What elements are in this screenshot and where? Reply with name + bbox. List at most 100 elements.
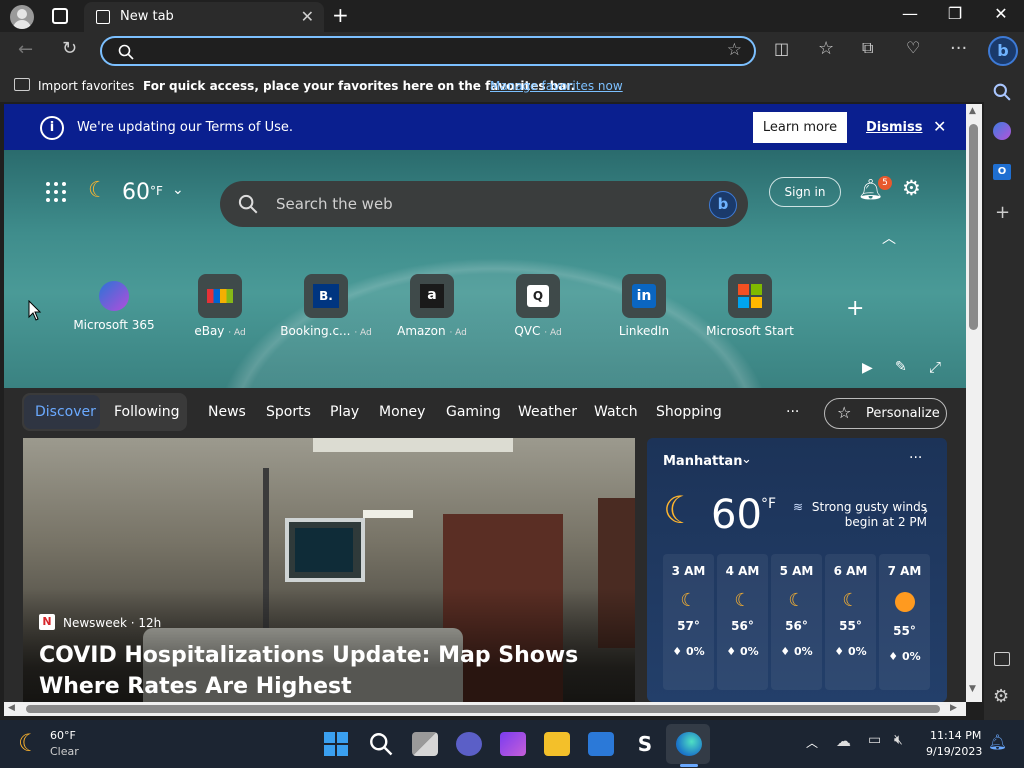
tab-watch[interactable]: Watch [594,404,638,420]
profile-avatar[interactable] [10,5,34,29]
more-menu-icon[interactable]: ··· [950,38,967,59]
more-tabs-icon[interactable]: ··· [786,404,799,420]
minimize-icon[interactable]: — [890,4,930,23]
address-bar[interactable]: ☆ [100,36,756,66]
banner-close-icon[interactable]: ✕ [933,117,946,136]
scroll-up-icon[interactable]: ▲ [969,106,976,116]
clipchamp-icon[interactable] [500,732,526,756]
learn-more-button[interactable]: Learn more [753,112,847,143]
refresh-icon[interactable]: ↻ [62,38,77,59]
manage-favorites-link[interactable]: Manage favorites now [490,79,623,93]
web-search-box[interactable]: Search the web b [220,181,748,227]
quick-link-booking[interactable]: B. Booking.c... · Ad [276,274,376,338]
favorites-icon[interactable]: ☆ [818,38,834,59]
tab-actions-icon[interactable] [52,8,68,24]
alert-chevron-right-icon[interactable]: › [923,504,928,519]
file-explorer-icon[interactable] [544,732,570,756]
address-input[interactable] [146,42,706,62]
vertical-scroll-thumb[interactable] [969,124,978,330]
quick-link-microsoft-365[interactable]: Microsoft 365 [64,274,164,332]
show-hidden-icons[interactable]: ︿ [806,734,818,751]
sidebar-settings-icon[interactable]: ⚙ [993,686,1009,707]
quick-link-qvc[interactable]: Q QVC · Ad [488,274,588,338]
weather-card-more-icon[interactable]: ··· [909,450,922,466]
taskbar-search-icon[interactable] [368,732,394,756]
page-settings-gear-icon[interactable]: ⚙ [902,176,921,200]
close-window-icon[interactable]: ✕ [981,4,1021,23]
location-chevron-icon[interactable]: ⌄ [741,452,752,467]
tab-shopping[interactable]: Shopping [656,404,722,420]
weather-card-moon-icon: ☾ [663,488,698,532]
vertical-scrollbar[interactable]: ▲ ▼ [966,104,982,702]
volume-muted-icon[interactable]: 🔇︎ [894,732,903,748]
teams-chat-icon[interactable] [456,732,482,756]
import-favorites-icon[interactable] [14,78,30,91]
bing-icon[interactable]: b [709,191,737,219]
taskbar-weather-cond: Clear [50,745,79,758]
tab-play[interactable]: Play [330,404,359,420]
tab-money[interactable]: Money [379,404,425,420]
terms-banner: i We're updating our Terms of Use. Learn… [4,104,966,150]
weather-location[interactable]: Manhattan [663,454,742,469]
weather-card[interactable]: Manhattan ⌄ ··· ☾ 60 °F ≋ Strong gusty w… [647,438,947,702]
top-story-card[interactable]: N Newsweek · 12h COVID Hospitalizations … [23,438,635,702]
scroll-down-icon[interactable]: ▼ [969,684,976,694]
dismiss-link[interactable]: Dismiss [866,120,922,135]
scroll-right-icon[interactable]: ▶ [950,703,957,713]
taskbar-weather-moon-icon[interactable]: ☾ [18,729,40,757]
back-icon[interactable]: ← [18,39,33,60]
onedrive-icon[interactable]: ☁ [836,732,851,750]
microsoft-store-icon[interactable] [588,732,614,756]
quick-link-amazon[interactable]: a Amazon · Ad [382,274,482,338]
edit-background-icon[interactable]: ✎ [895,359,907,375]
collapse-chevron-up-icon[interactable]: ︿ [882,228,896,248]
favorite-star-icon[interactable]: ☆ [727,40,742,60]
notification-center-bell-icon[interactable]: 🔔︎ [988,733,1007,751]
sidebar-add-icon[interactable]: + [995,202,1010,223]
expand-icon[interactable]: ⤢ [929,358,941,376]
clock-time[interactable]: 11:14 PM [930,729,981,742]
tab-sports[interactable]: Sports [266,404,311,420]
collections-icon[interactable]: ⧉ [862,38,873,58]
s-app-icon[interactable]: S [632,732,658,756]
close-tab-icon[interactable]: ✕ [301,7,314,26]
weather-card-unit: °F [761,496,777,512]
sidebar-copilot-icon[interactable] [993,122,1011,140]
restore-icon[interactable]: ❐ [935,4,975,23]
import-favorites-link[interactable]: Import favorites [38,79,134,93]
sign-in-button[interactable]: Sign in [769,177,841,207]
add-quick-link-icon[interactable]: + [846,296,864,321]
scroll-left-icon[interactable]: ◀ [8,703,15,713]
new-tab-button[interactable]: + [332,3,349,27]
weather-alert[interactable]: Strong gusty winds begin at 2 PM [807,500,927,530]
tab-new-tab[interactable]: New tab ✕ [84,2,324,32]
quick-link-ebay[interactable]: eBay · Ad [170,274,270,338]
clock-date[interactable]: 9/19/2023 [926,745,982,758]
personalize-label: Personalize [866,406,940,421]
tab-news[interactable]: News [208,404,246,420]
outlook-icon[interactable]: O [993,164,1011,180]
sidebar-toggle-icon[interactable] [994,652,1010,666]
horizontal-scroll-thumb[interactable] [26,705,940,713]
article-headline[interactable]: COVID Hospitalizations Update: Map Shows… [39,640,619,702]
apps-launcher-icon[interactable] [46,182,66,202]
network-icon[interactable]: ▭ [868,732,881,748]
taskbar-weather-temp[interactable]: 60°F [50,729,76,742]
copilot-icon[interactable]: b [988,36,1018,66]
favorites-bar: Import favorites For quick access, place… [0,70,1024,102]
split-screen-icon[interactable]: ◫ [774,39,789,58]
play-background-icon[interactable]: ▶ [862,360,873,376]
quick-link-microsoft-start[interactable]: Microsoft Start [700,274,800,338]
personalize-button[interactable]: ☆ Personalize [824,398,947,429]
tab-following[interactable]: Following [114,404,180,420]
tab-gaming[interactable]: Gaming [446,404,501,420]
sidebar-search-icon[interactable] [993,83,1011,101]
tab-weather[interactable]: Weather [518,404,577,420]
browser-essentials-icon[interactable]: ♡ [906,38,920,57]
edge-browser-icon[interactable] [676,732,702,756]
start-button-icon[interactable] [324,732,350,756]
horizontal-scrollbar[interactable]: ◀ ▶ [4,702,966,716]
quick-link-linkedin[interactable]: in LinkedIn [594,274,694,338]
ad-marker: · Ad [544,328,562,338]
task-view-icon[interactable] [412,732,438,756]
